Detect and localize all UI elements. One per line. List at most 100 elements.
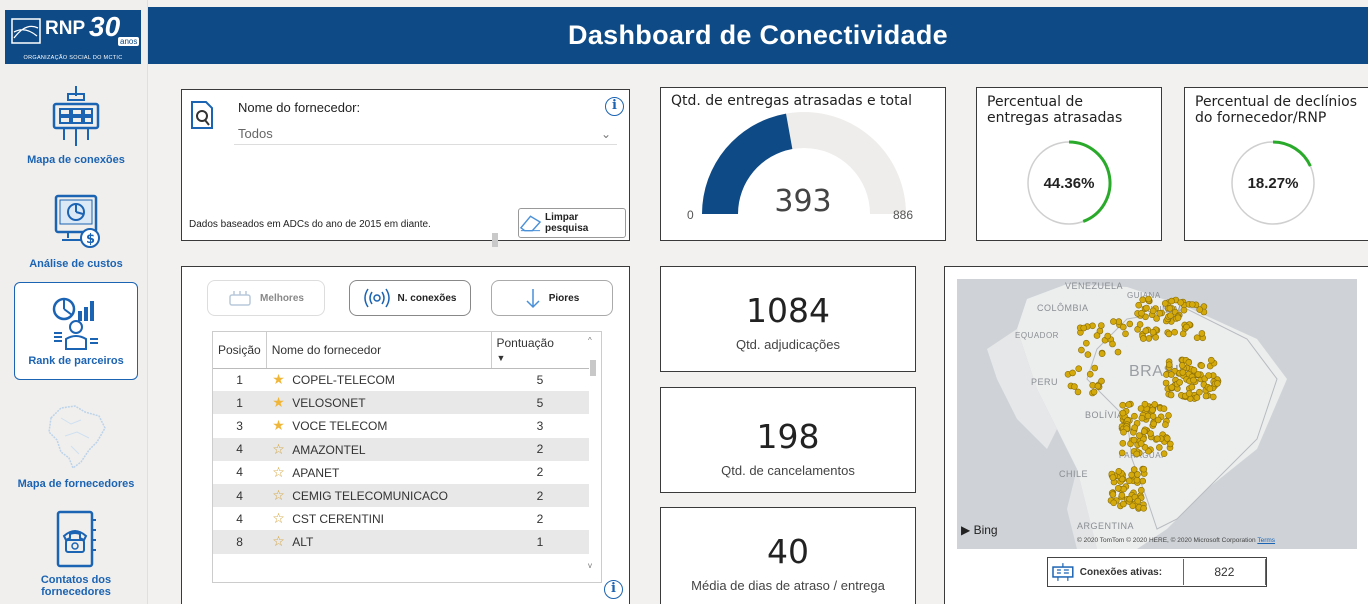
connection-marker[interactable] xyxy=(1149,307,1157,315)
connection-marker[interactable] xyxy=(1214,380,1221,387)
sidebar-item-mapa-conexoes[interactable]: Mapa de conexões xyxy=(14,86,138,166)
connection-marker[interactable] xyxy=(1119,440,1127,447)
connection-marker[interactable] xyxy=(1193,394,1201,401)
connection-marker[interactable] xyxy=(1136,432,1143,439)
connection-marker[interactable] xyxy=(1115,318,1123,325)
clear-search-button[interactable]: Limpar pesquisa xyxy=(518,208,626,238)
worst-button[interactable]: Piores xyxy=(491,280,613,316)
connection-marker[interactable] xyxy=(1120,485,1127,493)
table-row[interactable]: 4 ☆ AMAZONTEL 2 xyxy=(213,437,589,461)
connection-marker[interactable] xyxy=(1133,476,1141,484)
connection-marker[interactable] xyxy=(1166,361,1173,368)
connection-marker[interactable] xyxy=(1188,383,1196,391)
sidebar-item-rank-parceiros[interactable]: Rank de parceiros xyxy=(14,282,138,380)
connection-marker[interactable] xyxy=(1194,371,1202,378)
connection-marker[interactable] xyxy=(1130,436,1138,444)
connection-marker[interactable] xyxy=(1137,440,1145,447)
connection-marker[interactable] xyxy=(1110,499,1117,507)
column-header-position[interactable]: Posição xyxy=(213,332,267,369)
scroll-down-icon[interactable]: v xyxy=(588,561,592,570)
connection-marker[interactable] xyxy=(1114,485,1122,492)
connection-marker[interactable] xyxy=(1118,449,1126,457)
connection-marker[interactable] xyxy=(1202,392,1210,400)
connection-marker[interactable] xyxy=(1140,428,1148,435)
connection-marker[interactable] xyxy=(1126,320,1134,328)
connection-marker[interactable] xyxy=(1074,388,1082,396)
connection-marker[interactable] xyxy=(1162,421,1169,428)
connection-marker[interactable] xyxy=(1196,388,1203,396)
connection-marker[interactable] xyxy=(1083,339,1090,347)
connection-marker[interactable] xyxy=(1138,414,1146,422)
connection-marker[interactable] xyxy=(1145,295,1152,303)
connection-marker[interactable] xyxy=(1109,474,1117,481)
connection-marker[interactable] xyxy=(1185,359,1193,366)
connection-marker[interactable] xyxy=(1133,450,1140,458)
connection-marker[interactable] xyxy=(1156,444,1163,451)
table-row[interactable]: 4 ☆ APANET 2 xyxy=(213,461,589,484)
connection-marker[interactable] xyxy=(1209,393,1217,401)
connection-marker[interactable] xyxy=(1189,301,1196,308)
connection-marker[interactable] xyxy=(1149,328,1157,336)
connection-marker[interactable] xyxy=(1091,364,1098,372)
connection-marker[interactable] xyxy=(1109,340,1116,348)
connection-marker[interactable] xyxy=(1168,297,1175,305)
connection-marker[interactable] xyxy=(1109,491,1117,498)
scroll-up-icon[interactable]: ^ xyxy=(588,336,592,345)
connection-marker[interactable] xyxy=(1125,401,1132,408)
connection-marker[interactable] xyxy=(1142,327,1150,335)
connection-marker[interactable] xyxy=(1179,330,1187,338)
connection-marker[interactable] xyxy=(1131,412,1138,420)
connection-marker[interactable] xyxy=(1166,305,1174,312)
table-scrollbar[interactable]: ^ v xyxy=(587,332,599,582)
connection-marker[interactable] xyxy=(1120,428,1127,436)
connection-marker[interactable] xyxy=(1161,300,1169,307)
connection-marker[interactable] xyxy=(1086,370,1094,378)
column-header-supplier[interactable]: Nome do fornecedor xyxy=(266,332,491,369)
connections-map[interactable]: VENEZUELA GUIANA SURINAME COLÔMBIA EQUAD… xyxy=(957,279,1357,549)
connection-marker[interactable] xyxy=(1160,450,1168,457)
connection-marker[interactable] xyxy=(1147,430,1154,437)
connection-marker[interactable] xyxy=(1131,424,1138,431)
connection-marker[interactable] xyxy=(1140,335,1147,342)
map-terms-link[interactable]: Terms xyxy=(1257,537,1275,544)
table-row[interactable]: 4 ☆ CEMIG TELECOMUNICACO 2 xyxy=(213,483,589,508)
connection-marker[interactable] xyxy=(1151,401,1158,408)
supplier-select[interactable]: Todos ⌄ xyxy=(234,123,617,145)
connection-marker[interactable] xyxy=(1136,321,1144,328)
connection-marker[interactable] xyxy=(1165,412,1172,419)
connection-marker[interactable] xyxy=(1150,420,1157,428)
table-row[interactable]: 8 ☆ ALT 1 xyxy=(213,530,589,554)
connection-marker[interactable] xyxy=(1093,332,1101,339)
connection-marker[interactable] xyxy=(1206,385,1214,392)
connection-marker[interactable] xyxy=(1160,405,1168,412)
connection-marker[interactable] xyxy=(1071,383,1078,390)
connection-marker[interactable] xyxy=(1168,384,1176,391)
connection-marker[interactable] xyxy=(1098,350,1106,357)
connection-marker[interactable] xyxy=(1180,306,1188,314)
connection-marker[interactable] xyxy=(1168,371,1175,378)
column-header-score[interactable]: Pontuação ▼ xyxy=(490,332,589,369)
connection-marker[interactable] xyxy=(1114,348,1122,356)
connection-marker[interactable] xyxy=(1193,334,1201,342)
connection-marker[interactable] xyxy=(1115,468,1123,475)
connection-marker[interactable] xyxy=(1167,312,1174,319)
connection-marker[interactable] xyxy=(1205,372,1212,379)
connection-marker[interactable] xyxy=(1104,332,1111,340)
table-row[interactable]: 4 ☆ CST CERENTINI 2 xyxy=(213,507,589,530)
connection-marker[interactable] xyxy=(1171,328,1178,336)
connection-marker[interactable] xyxy=(1164,435,1171,442)
connection-marker[interactable] xyxy=(1120,500,1127,508)
connection-marker[interactable] xyxy=(1177,299,1184,306)
connection-marker[interactable] xyxy=(1140,465,1148,473)
connection-marker[interactable] xyxy=(1137,405,1145,412)
connection-marker[interactable] xyxy=(1080,324,1087,332)
connection-marker[interactable] xyxy=(1139,296,1146,304)
connection-marker[interactable] xyxy=(1185,390,1193,397)
connection-marker[interactable] xyxy=(1149,406,1156,414)
connection-marker[interactable] xyxy=(1183,323,1190,331)
connection-marker[interactable] xyxy=(1178,362,1186,369)
connection-marker[interactable] xyxy=(1167,440,1174,448)
connection-marker[interactable] xyxy=(1138,309,1145,317)
connection-marker[interactable] xyxy=(1119,401,1126,409)
connection-marker[interactable] xyxy=(1135,301,1142,309)
